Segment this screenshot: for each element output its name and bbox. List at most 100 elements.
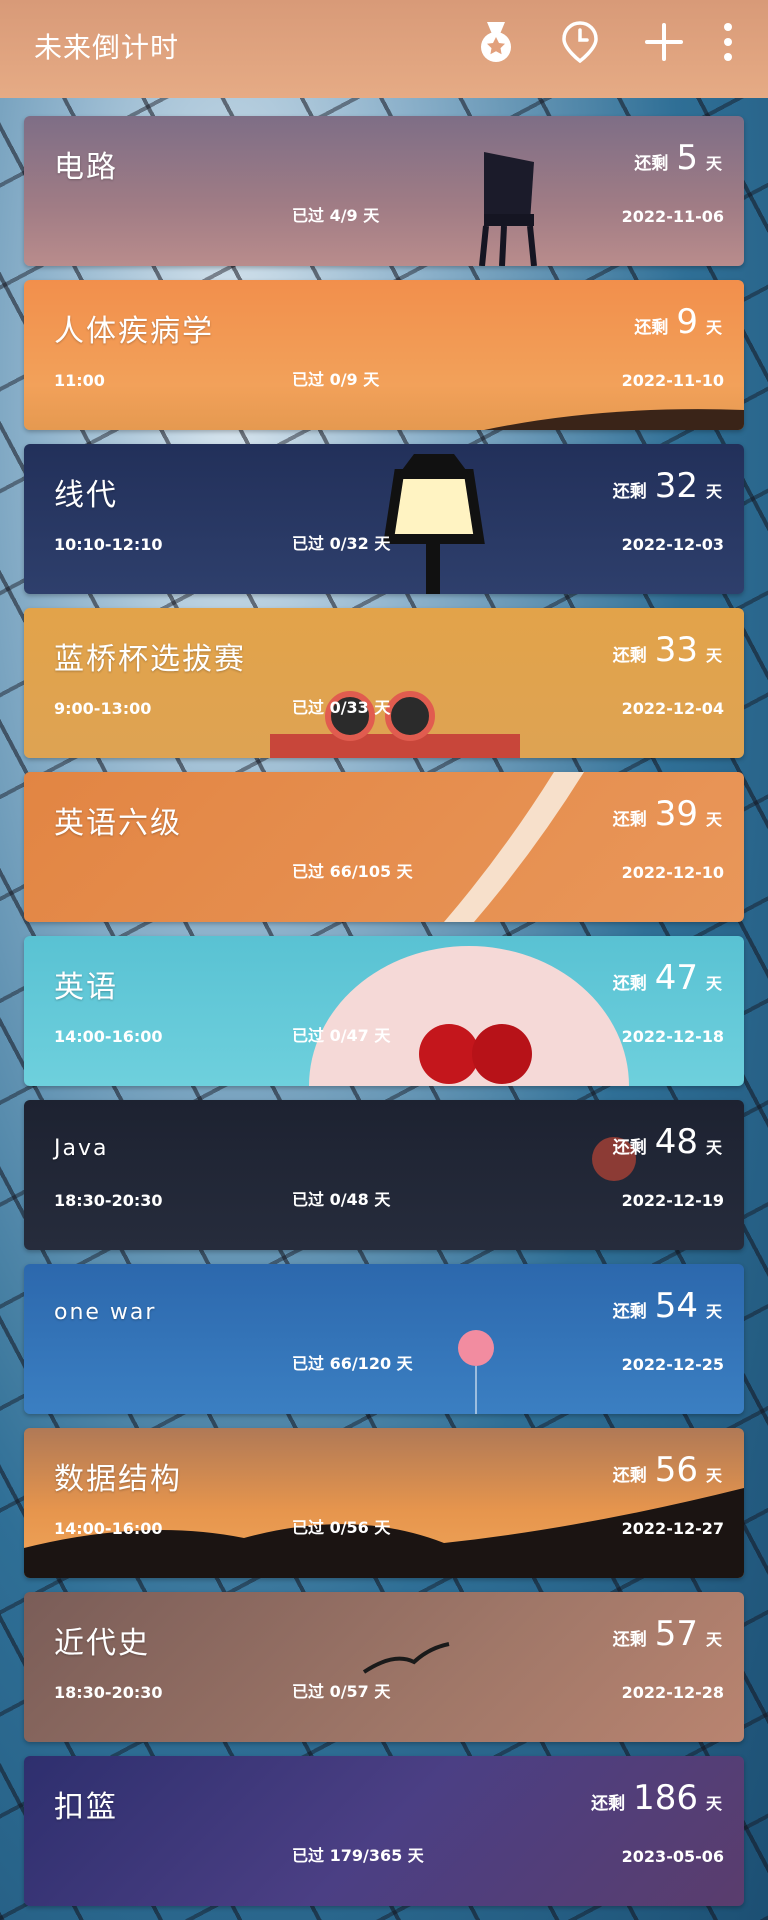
day-unit: 天 <box>705 1466 722 1485</box>
event-name: 扣篮 <box>54 1790 118 1825</box>
event-name: 英语六级 <box>54 806 182 841</box>
day-unit: 天 <box>705 646 722 665</box>
event-date: 2022-12-28 <box>621 1683 724 1702</box>
day-unit: 天 <box>705 1630 722 1649</box>
countdown-card[interactable]: 线代 10:10-12:10 已过 0/32 天 还剩 32 天 2022-12-03 <box>24 444 744 594</box>
countdown-card[interactable]: 数据结构 14:00-16:00 已过 0/56 天 还剩 56 天 2022-12-27 <box>24 1428 744 1578</box>
event-date: 2022-12-19 <box>621 1191 724 1210</box>
more-vert-icon[interactable] <box>706 18 750 66</box>
countdown-card[interactable]: Java 18:30-20:30 已过 0/48 天 还剩 48 天 2022-12-19 <box>24 1100 744 1250</box>
remaining-label: 还剩 <box>612 1138 647 1158</box>
countdown-card[interactable]: 英语六级已过 66/105 天 还剩 39 天 2022-12-10 <box>24 772 744 922</box>
event-name: one war <box>54 1300 157 1325</box>
countdown-card[interactable]: 蓝桥杯选拔赛 9:00-13:00 已过 0/33 天 还剩 33 天 2022-12-04 <box>24 608 744 758</box>
event-date: 2022-12-10 <box>621 863 724 882</box>
remaining-days: 54 <box>654 1286 698 1326</box>
day-unit: 天 <box>705 1302 722 1321</box>
event-date: 2022-11-10 <box>621 371 724 390</box>
elapsed-text: 已过 0/57 天 <box>292 1682 391 1701</box>
day-unit: 天 <box>705 1794 722 1813</box>
day-unit: 天 <box>705 318 722 337</box>
remaining-label: 还剩 <box>612 1466 647 1486</box>
remaining-label: 还剩 <box>612 646 647 666</box>
elapsed-text: 已过 179/365 天 <box>292 1846 424 1865</box>
event-name: 近代史 <box>54 1626 150 1661</box>
remaining-label: 还剩 <box>612 482 647 502</box>
plus-icon[interactable] <box>622 18 706 66</box>
remaining-label: 还剩 <box>634 318 669 338</box>
remaining-days: 5 <box>676 138 698 178</box>
event-date: 2022-11-06 <box>621 207 724 226</box>
event-date: 2022-12-18 <box>621 1027 724 1046</box>
event-time: 11:00 <box>54 371 105 390</box>
day-unit: 天 <box>705 482 722 501</box>
remaining-label: 还剩 <box>634 154 669 174</box>
event-name: 电路 <box>54 150 118 185</box>
remaining-label: 还剩 <box>591 1794 626 1814</box>
day-unit: 天 <box>705 154 722 173</box>
elapsed-text: 已过 0/33 天 <box>292 698 391 717</box>
medal-icon[interactable] <box>454 18 538 66</box>
elapsed-text: 已过 0/47 天 <box>292 1026 391 1045</box>
remaining-label: 还剩 <box>612 1630 647 1650</box>
event-name: 数据结构 <box>54 1462 182 1497</box>
event-time: 9:00-13:00 <box>54 699 152 718</box>
remaining: 还剩 9 天 <box>634 302 722 342</box>
event-date: 2022-12-04 <box>621 699 724 718</box>
remaining-days: 47 <box>654 958 698 998</box>
countdown-card[interactable]: 电路已过 4/9 天 还剩 5 天 2022-11-06 <box>24 116 744 266</box>
event-date: 2022-12-27 <box>621 1519 724 1538</box>
day-unit: 天 <box>705 1138 722 1157</box>
event-time: 14:00-16:00 <box>54 1027 163 1046</box>
elapsed-text: 已过 0/56 天 <box>292 1518 391 1537</box>
countdown-card[interactable]: 扣篮 已过 179/365 天 还剩 186 天 2023-05-06 <box>24 1756 744 1906</box>
event-date: 2022-12-25 <box>621 1355 724 1374</box>
remaining-days: 33 <box>654 630 698 670</box>
remaining: 还剩 186 天 <box>591 1778 722 1818</box>
event-name: 人体疾病学 <box>54 314 214 349</box>
remaining: 还剩 56 天 <box>613 1450 722 1490</box>
remaining: 还剩 5 天 <box>634 138 722 178</box>
day-unit: 天 <box>705 974 722 993</box>
event-name: 英语 <box>54 970 118 1005</box>
elapsed-text: 已过 0/9 天 <box>292 370 380 389</box>
event-name: 线代 <box>54 478 118 513</box>
remaining: 还剩 32 天 <box>613 466 722 506</box>
event-date: 2022-12-03 <box>621 535 724 554</box>
remaining: 还剩 39 天 <box>613 794 722 834</box>
event-time: 10:10-12:10 <box>54 535 163 554</box>
toolbar-actions <box>454 18 750 66</box>
remaining-days: 56 <box>654 1450 698 1490</box>
remaining: 还剩 57 天 <box>613 1614 722 1654</box>
event-time: 14:00-16:00 <box>54 1519 163 1538</box>
countdown-card[interactable]: 英语 14:00-16:00 已过 0/47 天 还剩 47 天 2022-12-18 <box>24 936 744 1086</box>
elapsed-text: 已过 66/120 天 <box>292 1354 413 1373</box>
day-unit: 天 <box>705 810 722 829</box>
countdown-card[interactable]: 人体疾病学 11:00 已过 0/9 天 还剩 9 天 2022-11-10 <box>24 280 744 430</box>
countdown-card[interactable]: 近代史 18:30-20:30 已过 0/57 天 还剩 57 天 2022-12-28 <box>24 1592 744 1742</box>
remaining-days: 48 <box>654 1122 698 1162</box>
clock-pin-icon[interactable] <box>538 18 622 66</box>
remaining: 还剩 33 天 <box>613 630 722 670</box>
remaining-days: 186 <box>633 1778 698 1818</box>
event-name: 蓝桥杯选拔赛 <box>54 642 246 677</box>
remaining-label: 还剩 <box>612 810 647 830</box>
event-time: 18:30-20:30 <box>54 1191 163 1210</box>
app-title: 未来倒计时 <box>34 31 180 64</box>
countdown-card[interactable]: one war 已过 66/120 天 还剩 54 天 2022-12-25 <box>24 1264 744 1414</box>
elapsed-text: 已过 0/48 天 <box>292 1190 391 1209</box>
remaining-label: 还剩 <box>612 1302 647 1322</box>
remaining: 还剩 54 天 <box>613 1286 722 1326</box>
remaining-days: 57 <box>654 1614 698 1654</box>
elapsed-text: 已过 4/9 天 <box>292 206 380 225</box>
remaining-days: 32 <box>654 466 698 506</box>
remaining-label: 还剩 <box>612 974 647 994</box>
elapsed-text: 已过 0/32 天 <box>292 534 391 553</box>
event-name: Java <box>54 1136 109 1161</box>
event-time: 18:30-20:30 <box>54 1683 163 1702</box>
remaining: 还剩 48 天 <box>613 1122 722 1162</box>
remaining-days: 9 <box>676 302 698 342</box>
countdown-list: 电路 已过 4/9 天还剩 5 天 2022-11-06 人体疾病学 11:00 已过 0/9… <box>24 116 744 1920</box>
app-toolbar: 未来倒计时 <box>0 0 768 98</box>
elapsed-text: 已过 66/105 天 <box>292 862 413 881</box>
